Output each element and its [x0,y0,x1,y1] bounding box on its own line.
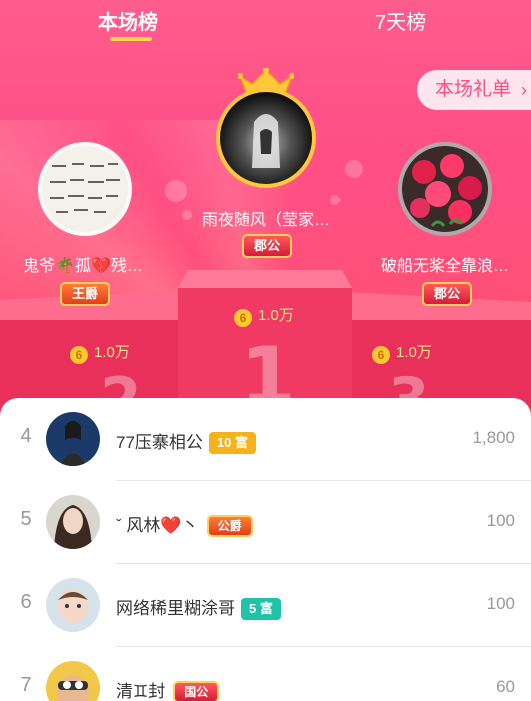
active-tab-indicator [110,37,152,41]
avatar-image [252,114,280,168]
third-place-score-value: 1.0万 [396,344,432,361]
noble-title-badge: 国公 [173,681,220,701]
avatar-second-place[interactable] [38,142,132,236]
avatar-image [410,154,482,227]
second-place-score-value: 1.0万 [94,344,130,361]
decor-bubble [165,180,187,202]
user-name-text: 网络稀里糊涂哥 [116,599,235,618]
first-place-score: 6 1.0万 [234,304,294,327]
rank-number: 7 [20,674,32,696]
avatar-image [60,421,86,466]
third-place-title-badge: 郡公 [422,282,473,306]
wealth-level-badge: 10 富 [208,432,256,454]
list-item[interactable]: 7 清♊封 国公 60 [0,647,531,701]
avatar-image [54,505,92,549]
avatar-third-place[interactable] [398,142,492,236]
leaderboard-hero: 本场榜 7天榜 本场礼单 › 1 2 3 雨夜随风（莹家… 郡公 61.0万 [0,0,531,430]
gift-list-button[interactable]: 本场礼单 › [416,70,531,110]
avatar[interactable] [46,661,100,701]
coin-icon: 6 [70,346,88,364]
list-item[interactable]: 5 ˇ 风林❤️丶 公爵 100 [0,481,531,564]
third-place-score: 6 1.0万 [372,341,432,364]
decor-bubble [345,160,363,178]
user-score: 100 [486,594,515,613]
tab-this-session[interactable]: 本场榜 [98,6,158,35]
user-name-text: ˇ 风林❤️丶 [116,516,199,535]
second-place-name[interactable]: 鬼爷🌴孤💔残… [8,252,158,276]
rank-number: 4 [20,425,32,447]
noble-title-badge: 公爵 [206,515,253,537]
user-name[interactable]: 77压寨相公 10 富 [116,428,256,454]
coin-icon: 6 [372,346,390,364]
rank-number: 5 [20,508,32,530]
coin-icon: 6 [234,309,252,327]
second-place-title-badge: 王爵 [60,282,111,306]
avatar-image [58,589,88,623]
rank-number: 6 [20,591,32,613]
avatar-image [57,675,89,701]
user-name-text: 清♊封 [116,682,166,701]
tab-bar: 本场榜 7天榜 [0,0,531,48]
list-item[interactable]: 6 网络稀里糊涂哥 5 富 100 [0,564,531,647]
first-place-name[interactable]: 雨夜随风（莹家… [186,206,346,230]
tab-7-days[interactable]: 7天榜 [375,6,426,35]
first-place-title-badge: 郡公 [242,234,293,258]
second-place-score: 6 1.0万 [70,341,130,364]
wealth-level-badge: 5 富 [241,598,281,620]
decor-bubble [330,195,340,205]
third-place-name[interactable]: 破船无桨全靠浪… [370,252,520,276]
ranking-list: 4 77压寨相公 10 富 1,800 5 ˇ 风林❤️丶 公爵 100 6 网… [0,398,531,701]
list-item[interactable]: 4 77压寨相公 10 富 1,800 [0,398,531,481]
avatar-image [50,163,120,213]
avatar[interactable] [46,578,100,632]
user-name[interactable]: 清♊封 国公 [116,677,220,701]
user-score: 1,800 [472,428,515,447]
user-score: 100 [486,511,515,530]
avatar-first-place[interactable] [216,88,316,188]
podium-first-top [178,270,352,288]
avatar[interactable] [46,412,100,466]
first-place-score-value: 1.0万 [258,307,294,324]
user-name-text: 77压寨相公 [116,433,203,452]
user-name[interactable]: 网络稀里糊涂哥 5 富 [116,594,281,620]
user-score: 60 [496,677,515,696]
user-name[interactable]: ˇ 风林❤️丶 公爵 [116,511,253,537]
avatar[interactable] [46,495,100,549]
gift-list-label: 本场礼单 [434,79,511,100]
chevron-right-icon: › [521,80,527,100]
